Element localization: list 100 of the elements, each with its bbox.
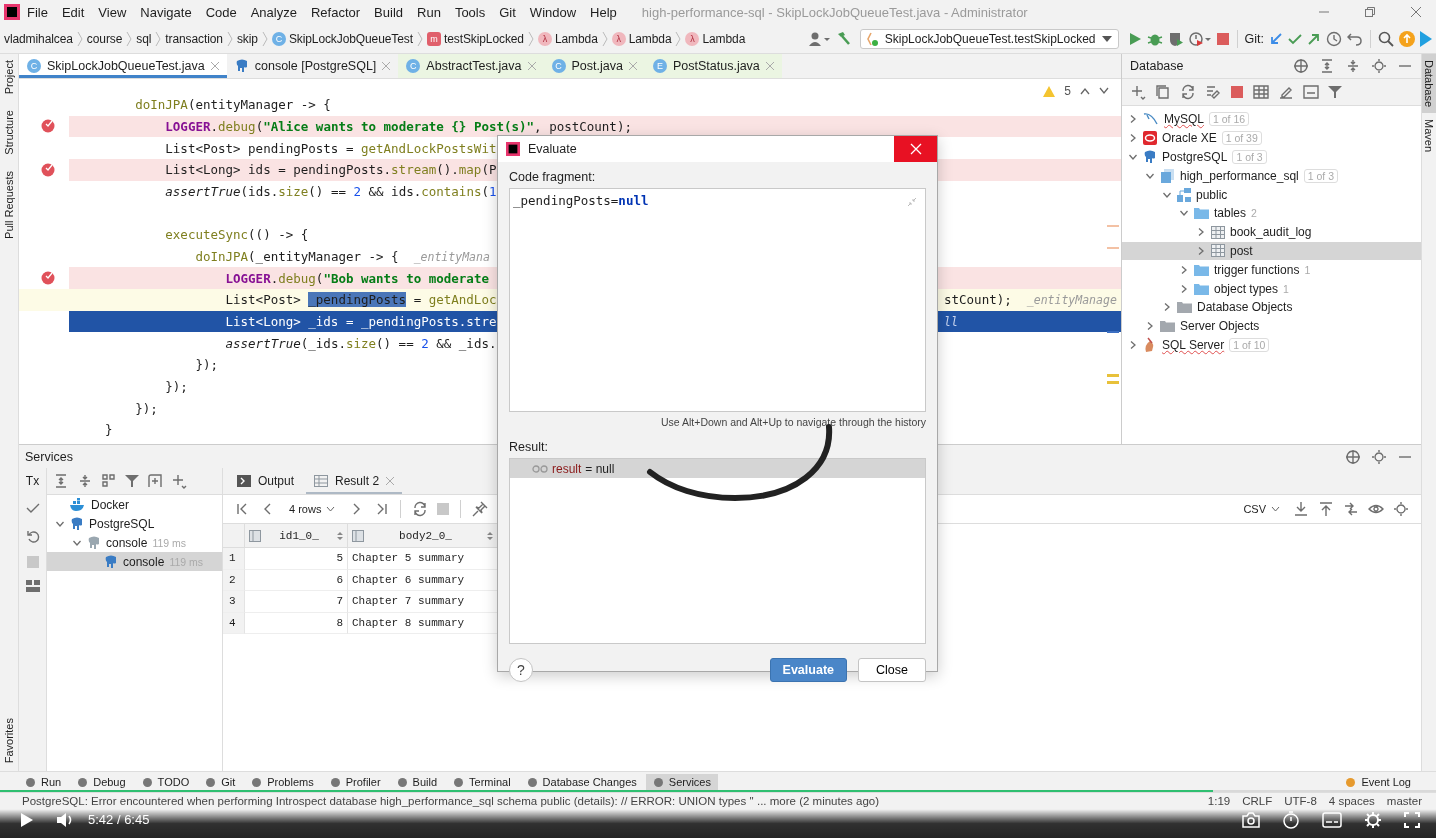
tree-item[interactable]: MySQL 1 of 16 (1122, 110, 1421, 129)
tool-window-tab[interactable]: Structure (3, 102, 15, 163)
menu-item[interactable]: Analyze (243, 4, 304, 20)
breadcrumb-item[interactable]: m testSkipLocked (426, 31, 524, 46)
help-button[interactable]: ? (509, 658, 533, 682)
code-line: List<Post> _pendingPosts = getAndLoc (224, 292, 497, 308)
status-item[interactable]: CRLF (1242, 795, 1273, 807)
editor-tab[interactable]: C SkipLockJobQueueTest.java (19, 54, 227, 78)
column-header[interactable]: body2_0_ (348, 524, 498, 548)
status-item[interactable]: UTF-8 (1284, 795, 1317, 807)
status-item[interactable]: 1:19 (1207, 795, 1231, 807)
menu-item[interactable]: Window (522, 4, 584, 20)
breadcrumb-item[interactable]: skip (236, 31, 258, 46)
result-tab[interactable]: Result 2 (306, 468, 403, 494)
tree-label: object types (1214, 281, 1279, 296)
tree-item[interactable]: SQL Server 1 of 10 (1122, 335, 1421, 355)
count-badge: 1 of 3 (1232, 150, 1267, 164)
tree-item[interactable]: Docker (47, 495, 222, 514)
tree-label: post (1230, 243, 1253, 258)
tree-item[interactable]: PostgreSQL (47, 514, 222, 533)
row-number: 2 (223, 569, 245, 591)
breadcrumb-item[interactable]: C SkipLockJobQueueTest (271, 31, 413, 46)
panel-title: Services (25, 449, 73, 464)
menu-item[interactable]: Edit (54, 4, 92, 20)
dialog-button[interactable]: Evaluate (769, 658, 847, 682)
tree-item[interactable]: Oracle XE 1 of 39 (1122, 128, 1421, 148)
tool-window-button[interactable]: Terminal (446, 774, 518, 790)
tool-window-button[interactable]: Services (645, 774, 718, 790)
menu-item[interactable]: Run (410, 4, 448, 20)
tool-window-button[interactable]: Profiler (322, 774, 388, 790)
menu-item[interactable]: Navigate (133, 4, 199, 20)
tree-item[interactable]: Server Objects (1122, 316, 1421, 336)
result-row[interactable]: result = null (510, 459, 925, 478)
rows-dropdown[interactable]: 4 rows (285, 503, 340, 515)
tree-item[interactable]: console 119 ms (47, 533, 222, 552)
breadcrumb-item[interactable]: sql (136, 31, 152, 46)
row-number: 3 (223, 591, 245, 613)
tool-window-tab[interactable]: Favorites (3, 709, 15, 771)
breadcrumb-item[interactable]: course (86, 31, 123, 46)
tool-window-button[interactable]: Problems (244, 774, 321, 790)
tool-window-button[interactable]: TODO (134, 774, 197, 790)
field-label: Result: (509, 440, 549, 454)
tree-item[interactable]: tables 2 (1122, 204, 1421, 223)
tree-item[interactable]: Database Objects (1122, 297, 1421, 317)
tool-window-button[interactable]: Run (18, 774, 69, 790)
editor-tab[interactable]: E PostStatus.java (644, 54, 782, 78)
editor-tab[interactable]: console [PostgreSQL] (226, 54, 399, 78)
result-tab[interactable]: Output (229, 468, 303, 494)
tool-window-tab[interactable]: Maven (1422, 113, 1436, 159)
dialog-button[interactable]: Close (858, 658, 926, 682)
tool-window-button[interactable]: Database Changes (519, 774, 644, 790)
tool-window-button[interactable]: Git (198, 774, 243, 790)
transaction-mode-button[interactable]: Tx (25, 474, 40, 488)
tree-item[interactable]: public (1122, 185, 1421, 204)
tool-window-tab[interactable]: Pull Requests (3, 162, 15, 247)
status-item[interactable]: master (1386, 795, 1422, 807)
code-line: }); (134, 400, 158, 416)
tool-window-tab[interactable]: Database (1422, 54, 1436, 114)
editor-tab[interactable]: C AbstractTest.java (398, 54, 544, 78)
code-line: executeSync(() -> { (164, 227, 309, 243)
column-header[interactable]: id1_0_ (245, 524, 348, 548)
window-title: high-performance-sql - SkipLockJobQueueTest.java - Administrator (641, 4, 1028, 20)
tool-window-button[interactable]: Event Log (1338, 774, 1418, 790)
duration-label: 119 ms (152, 536, 187, 549)
menu-item[interactable]: Help (583, 4, 624, 20)
code-fragment-field[interactable]: _pendingPosts=null (509, 188, 926, 412)
tree-item[interactable]: object types 1 (1122, 279, 1421, 298)
warning-count[interactable]: 5 (1064, 84, 1071, 98)
hint-text: Use Alt+Down and Alt+Up to navigate through the history (661, 416, 926, 428)
tree-label: tables (1214, 206, 1247, 221)
breadcrumb-item[interactable]: λ Lambda (537, 31, 598, 46)
menu-item[interactable]: Build (367, 4, 410, 20)
menu-item[interactable]: File (20, 4, 55, 20)
breadcrumb-item[interactable]: transaction (165, 31, 223, 46)
tree-label: high_performance_sql (1180, 168, 1299, 183)
menu-item[interactable]: View (91, 4, 134, 20)
tool-window-tab[interactable]: Project (3, 54, 15, 103)
menu-item[interactable]: Tools (447, 4, 493, 20)
breadcrumb-item[interactable]: vladmihalcea (4, 31, 73, 46)
status-message[interactable]: PostgreSQL: Error encountered when performing Introspect database high_performance_sql schema public (details): // ERROR: UNION types '' ... more (2 minutes ago) (22, 795, 880, 807)
tool-window-button[interactable]: Build (389, 774, 445, 790)
table-cell: 6 (245, 569, 348, 591)
run-configuration-dropdown[interactable]: SkipLockJobQueueTest.testSkipLocked (859, 28, 1119, 49)
format-dropdown[interactable]: CSV (1239, 503, 1284, 515)
editor-tab[interactable]: C Post.java (543, 54, 645, 78)
tree-item[interactable]: post (1122, 241, 1421, 261)
menu-item[interactable]: Refactor (303, 4, 368, 20)
tree-label: Database Objects (1197, 300, 1293, 315)
status-item[interactable]: 4 spaces (1328, 795, 1375, 807)
tree-item[interactable]: PostgreSQL 1 of 3 (1122, 147, 1421, 167)
dialog-title: Evaluate (528, 142, 577, 156)
menu-item[interactable]: Git (492, 4, 523, 20)
tree-item[interactable]: book_audit_log (1122, 222, 1421, 242)
menu-item[interactable]: Code (198, 4, 244, 20)
tool-window-button[interactable]: Debug (70, 774, 133, 790)
breadcrumb-item[interactable]: λ Lambda (611, 31, 672, 46)
tree-item[interactable]: high_performance_sql 1 of 3 (1122, 166, 1421, 186)
tree-item[interactable]: trigger functions 1 (1122, 260, 1421, 280)
breadcrumb-item[interactable]: λ Lambda (685, 31, 746, 46)
code-line: }); (164, 378, 188, 394)
